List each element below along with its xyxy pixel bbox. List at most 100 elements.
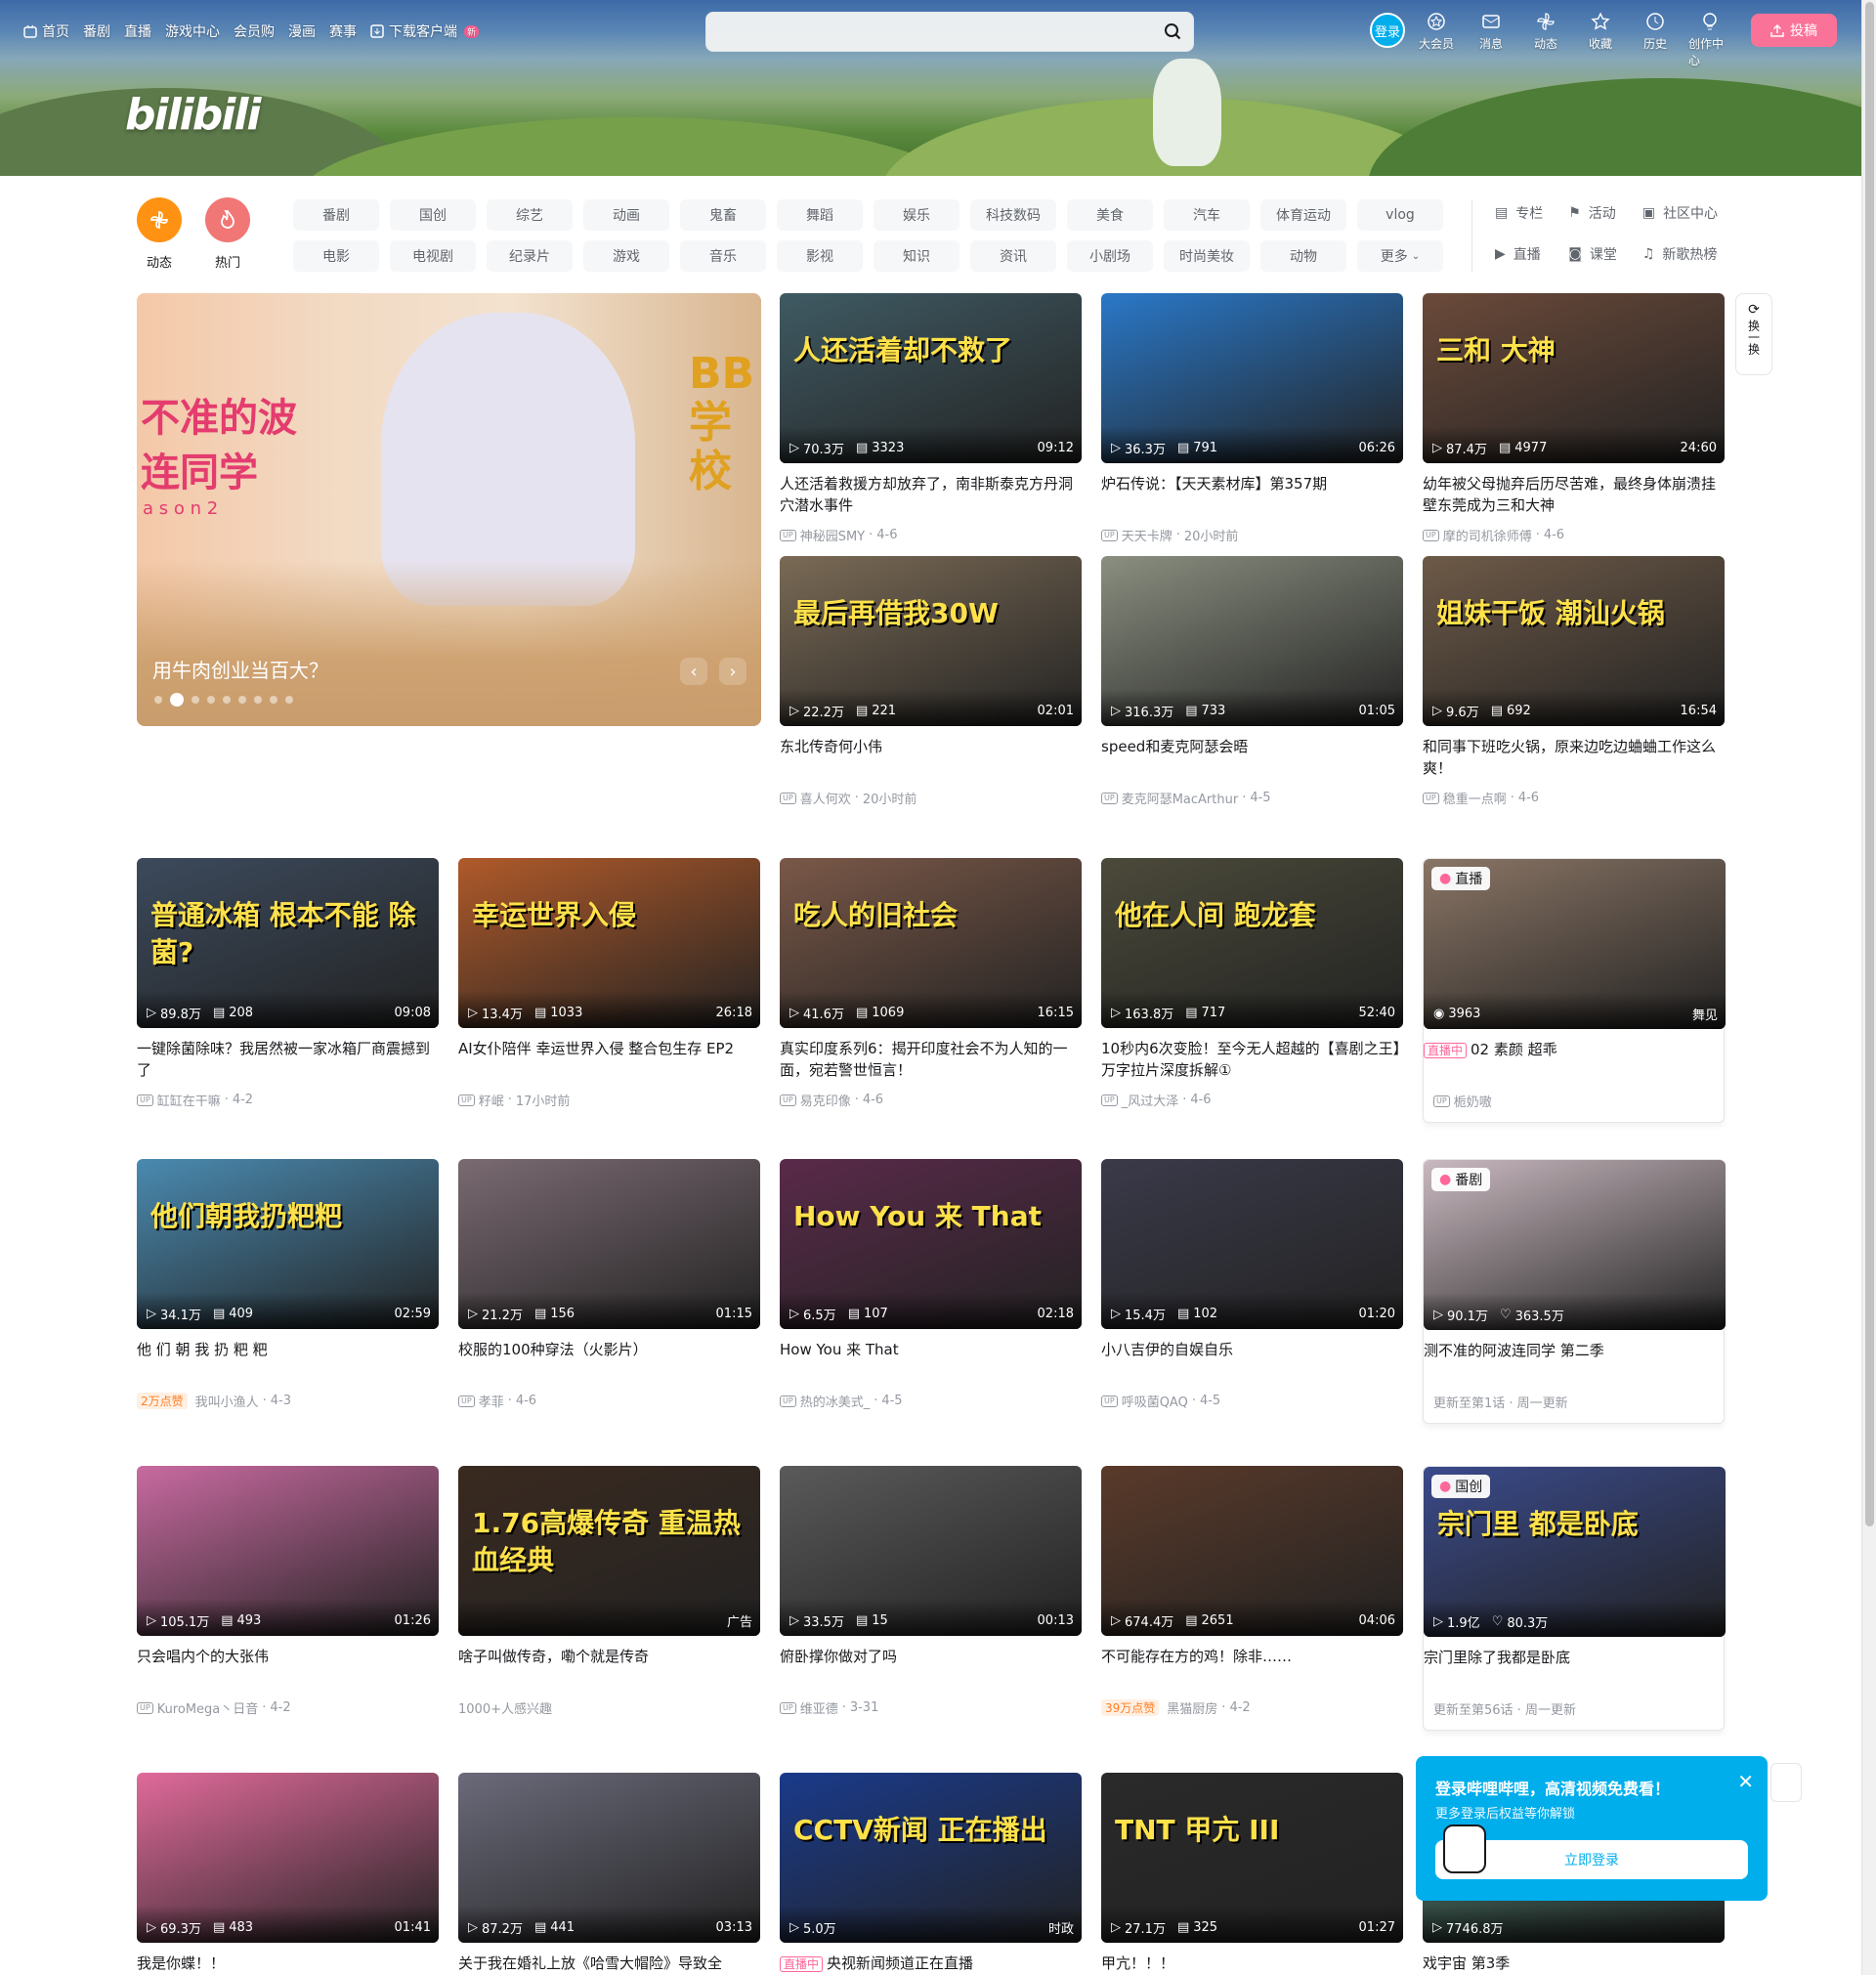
category-minitheater[interactable]: 小剧场 bbox=[1067, 240, 1153, 272]
favorite-button[interactable]: 收藏 bbox=[1579, 12, 1622, 68]
video-title[interactable]: 小八吉伊的自娱自乐 bbox=[1101, 1339, 1403, 1382]
side-link-class[interactable]: ◙ 课堂 bbox=[1568, 244, 1617, 264]
uploader-name[interactable]: 栀奶嗷 bbox=[1454, 1092, 1492, 1110]
video-card[interactable]: ▷ 69.3万 ▤ 483 01:41 我是你蝶！！ bbox=[137, 1773, 439, 1975]
nav-bangumi[interactable]: 番剧 bbox=[83, 21, 110, 41]
nav-game-center[interactable]: 游戏中心 bbox=[165, 21, 220, 41]
uploader-name[interactable]: 稳重一点啊 bbox=[1443, 789, 1507, 807]
video-card[interactable]: 他们朝我扔粑粑 ▷ 34.1万 ▤ 409 02:59 他 们 朝 我 扔 粑 粑 2万点赞我… bbox=[137, 1159, 439, 1410]
video-title[interactable]: 直播中 02 素颜 超乖 bbox=[1424, 1039, 1724, 1082]
message-button[interactable]: 消息 bbox=[1470, 12, 1513, 68]
carousel-dot[interactable] bbox=[285, 696, 293, 704]
carousel-dot[interactable] bbox=[223, 696, 231, 704]
video-card[interactable]: How You 来 That ▷ 6.5万 ▤ 107 02:18 How You 来 Th… bbox=[780, 1159, 1082, 1410]
category-game[interactable]: 游戏 bbox=[583, 240, 669, 272]
video-title[interactable]: 人还活着救援方却放弃了，南非斯泰克方丹洞穴潜水事件 bbox=[780, 473, 1082, 516]
uploader-name[interactable]: 1000+人感兴趣 bbox=[458, 1698, 552, 1717]
video-card[interactable]: 幸运世界入侵 ▷ 13.4万 ▤ 1033 26:18 AI女仆陪伴 幸运世界入侵 整合包生… bbox=[458, 858, 760, 1109]
uploader-name[interactable]: 热的冰美式_ bbox=[800, 1392, 871, 1410]
video-thumbnail[interactable]: ▷ 316.3万 ▤ 733 01:05 bbox=[1101, 556, 1403, 726]
video-title[interactable]: 俯卧撑你做对了吗 bbox=[780, 1646, 1082, 1689]
video-thumbnail[interactable]: How You 来 That ▷ 6.5万 ▤ 107 02:18 bbox=[780, 1159, 1082, 1329]
video-thumbnail[interactable]: 普通冰箱 根本不能 除菌? ▷ 89.8万 ▤ 208 09:08 bbox=[137, 858, 439, 1028]
video-card[interactable]: ▷ 316.3万 ▤ 733 01:05 speed和麦克阿瑟会晤 UP 麦克阿瑟MacArt… bbox=[1101, 556, 1403, 807]
category-vlog[interactable]: vlog bbox=[1357, 199, 1443, 231]
category-kichiku[interactable]: 鬼畜 bbox=[680, 199, 766, 231]
dynamic-channel[interactable]: 动态 bbox=[137, 197, 182, 271]
video-card[interactable]: ▷ 87.2万 ▤ 441 03:13 关于我在婚礼上放《哈雪大帽险》导致全 bbox=[458, 1773, 760, 1975]
uploader-name[interactable]: 籽岷 bbox=[479, 1091, 504, 1109]
video-title[interactable]: 只会唱内个的大张伟 bbox=[137, 1646, 439, 1689]
video-thumbnail[interactable]: 三和 大神 ▷ 87.4万 ▤ 4977 24:60 bbox=[1423, 293, 1725, 463]
video-thumbnail[interactable]: ▷ 69.3万 ▤ 483 01:41 bbox=[137, 1773, 439, 1943]
video-card[interactable]: CCTV新闻 正在播出 ▷ 5.0万 时政直播中 央视新闻频道正在直播 bbox=[780, 1773, 1082, 1975]
video-thumbnail[interactable]: ▷ 33.5万 ▤ 15 00:13 bbox=[780, 1466, 1082, 1636]
video-title[interactable]: 直播中 央视新闻频道正在直播 bbox=[780, 1953, 1082, 1975]
search-input[interactable] bbox=[706, 13, 1136, 50]
video-thumbnail[interactable]: 他们朝我扔粑粑 ▷ 34.1万 ▤ 409 02:59 bbox=[137, 1159, 439, 1329]
nav-live[interactable]: 直播 bbox=[124, 21, 151, 41]
video-card[interactable]: 姐妹干饭 潮汕火锅 ▷ 9.6万 ▤ 692 16:54 和同事下班吃火锅，原来边吃边蛐蛐工… bbox=[1423, 556, 1725, 807]
video-card[interactable]: ▷ 36.3万 ▤ 791 06:26 炉石传说：【天天素材库】第357期 UP 天天卡牌 · 2… bbox=[1101, 293, 1403, 544]
uploader-name[interactable]: KuroMega丶日音 bbox=[157, 1698, 259, 1717]
scrollbar[interactable] bbox=[1861, 0, 1876, 1975]
side-link-live[interactable]: ▶ 直播 bbox=[1495, 244, 1543, 264]
video-card[interactable]: ▷ 21.2万 ▤ 156 01:15 校服的100种穿法（火影片） UP 孝菲 · 4-6 bbox=[458, 1159, 760, 1410]
video-title[interactable]: 关于我在婚礼上放《哈雪大帽险》导致全 bbox=[458, 1953, 760, 1975]
uploader-name[interactable]: 摩的司机徐师傅 bbox=[1443, 526, 1532, 544]
video-card[interactable]: 普通冰箱 根本不能 除菌? ▷ 89.8万 ▤ 208 09:08 一键除菌除味？我居然被一… bbox=[137, 858, 439, 1109]
carousel-dot-active[interactable] bbox=[170, 693, 184, 707]
uploader-name[interactable]: 孝菲 bbox=[479, 1392, 504, 1410]
video-thumbnail[interactable]: CCTV新闻 正在播出 ▷ 5.0万 时政 bbox=[780, 1773, 1082, 1943]
category-entertainment[interactable]: 娱乐 bbox=[874, 199, 959, 231]
video-title[interactable]: How You 来 That bbox=[780, 1339, 1082, 1382]
login-avatar-button[interactable]: 登录 bbox=[1370, 13, 1405, 48]
video-thumbnail[interactable]: ▷ 36.3万 ▤ 791 06:26 bbox=[1101, 293, 1403, 463]
category-food[interactable]: 美食 bbox=[1067, 199, 1153, 231]
nav-download[interactable]: 下载客户端新 bbox=[370, 21, 480, 41]
video-title[interactable]: 幼年被父母抛弃后历尽苦难，最终身体崩溃挂壁东莞成为三和大神 bbox=[1423, 473, 1725, 516]
hot-channel[interactable]: 热门 bbox=[205, 197, 250, 271]
video-title[interactable]: 和同事下班吃火锅，原来边吃边蛐蛐工作这么爽！ bbox=[1423, 736, 1725, 779]
side-link-community[interactable]: ▣ 社区中心 bbox=[1642, 203, 1718, 223]
category-car[interactable]: 汽车 bbox=[1164, 199, 1250, 231]
category-tv[interactable]: 电视剧 bbox=[390, 240, 476, 272]
category-knowledge[interactable]: 知识 bbox=[874, 240, 959, 272]
video-card[interactable]: 吃人的旧社会 ▷ 41.6万 ▤ 1069 16:15 真实印度系列6：揭开印度社会不为人知… bbox=[780, 858, 1082, 1109]
search-box[interactable] bbox=[705, 12, 1194, 52]
video-thumbnail[interactable]: 姐妹干饭 潮汕火锅 ▷ 9.6万 ▤ 692 16:54 bbox=[1423, 556, 1725, 726]
video-thumbnail[interactable]: ▷ 105.1万 ▤ 493 01:26 bbox=[137, 1466, 439, 1636]
video-thumbnail[interactable]: 最后再借我30W ▷ 22.2万 ▤ 221 02:01 bbox=[780, 556, 1082, 726]
category-anime[interactable]: 番剧 bbox=[293, 199, 379, 231]
carousel-dot[interactable] bbox=[270, 696, 277, 704]
video-title[interactable]: 我是你蝶！！ bbox=[137, 1953, 439, 1975]
video-thumbnail[interactable]: 宗门里 都是卧底 ● 国创 ▷ 1.9亿 ♡ 80.3万 bbox=[1424, 1467, 1726, 1637]
vip-button[interactable]: 大会员 bbox=[1415, 12, 1458, 68]
nav-esports[interactable]: 赛事 bbox=[329, 21, 357, 41]
carousel-dot[interactable] bbox=[154, 696, 162, 704]
video-title[interactable]: 校服的100种穿法（火影片） bbox=[458, 1339, 760, 1382]
video-thumbnail[interactable]: 幸运世界入侵 ▷ 13.4万 ▤ 1033 26:18 bbox=[458, 858, 760, 1028]
carousel-prev-button[interactable]: ‹ bbox=[680, 658, 707, 685]
video-card[interactable]: ▷ 105.1万 ▤ 493 01:26 只会唱内个的大张伟 UP KuroMega丶日音 · 4… bbox=[137, 1466, 439, 1717]
category-more[interactable]: 更多 ⌄ bbox=[1357, 240, 1443, 272]
creator-center-button[interactable]: 创作中心 bbox=[1688, 12, 1731, 68]
video-title[interactable]: 10秒内6次变脸！至今无人超越的【喜剧之王】万字拉片深度拆解① bbox=[1101, 1038, 1403, 1081]
video-title[interactable]: 他 们 朝 我 扔 粑 粑 bbox=[137, 1339, 439, 1382]
video-card[interactable]: 三和 大神 ▷ 87.4万 ▤ 4977 24:60 幼年被父母抛弃后历尽苦难，最终身体崩溃… bbox=[1423, 293, 1725, 544]
video-title[interactable]: 一键除菌除味？我居然被一家冰箱厂商震撼到了 bbox=[137, 1038, 439, 1081]
video-thumbnail[interactable]: ▷ 87.2万 ▤ 441 03:13 bbox=[458, 1773, 760, 1943]
carousel-next-button[interactable]: › bbox=[719, 658, 746, 685]
category-animation[interactable]: 动画 bbox=[583, 199, 669, 231]
video-thumbnail[interactable]: ● 直播 ◉ 3963 舞见 bbox=[1424, 859, 1726, 1029]
video-card[interactable]: ▷ 15.4万 ▤ 102 01:20 小八吉伊的自娱自乐 UP 呼吸菌QAQ · 4-5 bbox=[1101, 1159, 1403, 1410]
live-card[interactable]: ● 直播 ◉ 3963 舞见 直播中 02 素颜 超乖 UP 栀奶嗷 bbox=[1423, 858, 1726, 1123]
category-animal[interactable]: 动物 bbox=[1260, 240, 1346, 272]
carousel-dot[interactable] bbox=[207, 696, 215, 704]
video-card[interactable]: ▷ 33.5万 ▤ 15 00:13 俯卧撑你做对了吗 UP 维亚德 · 3-31 bbox=[780, 1466, 1082, 1717]
category-tech[interactable]: 科技数码 bbox=[970, 199, 1056, 231]
nav-mall[interactable]: 会员购 bbox=[234, 21, 275, 41]
category-dance[interactable]: 舞蹈 bbox=[777, 199, 863, 231]
uploader-name[interactable]: _风过大泽 bbox=[1122, 1091, 1179, 1109]
video-title[interactable]: 宗门里除了我都是卧底 bbox=[1424, 1647, 1724, 1690]
